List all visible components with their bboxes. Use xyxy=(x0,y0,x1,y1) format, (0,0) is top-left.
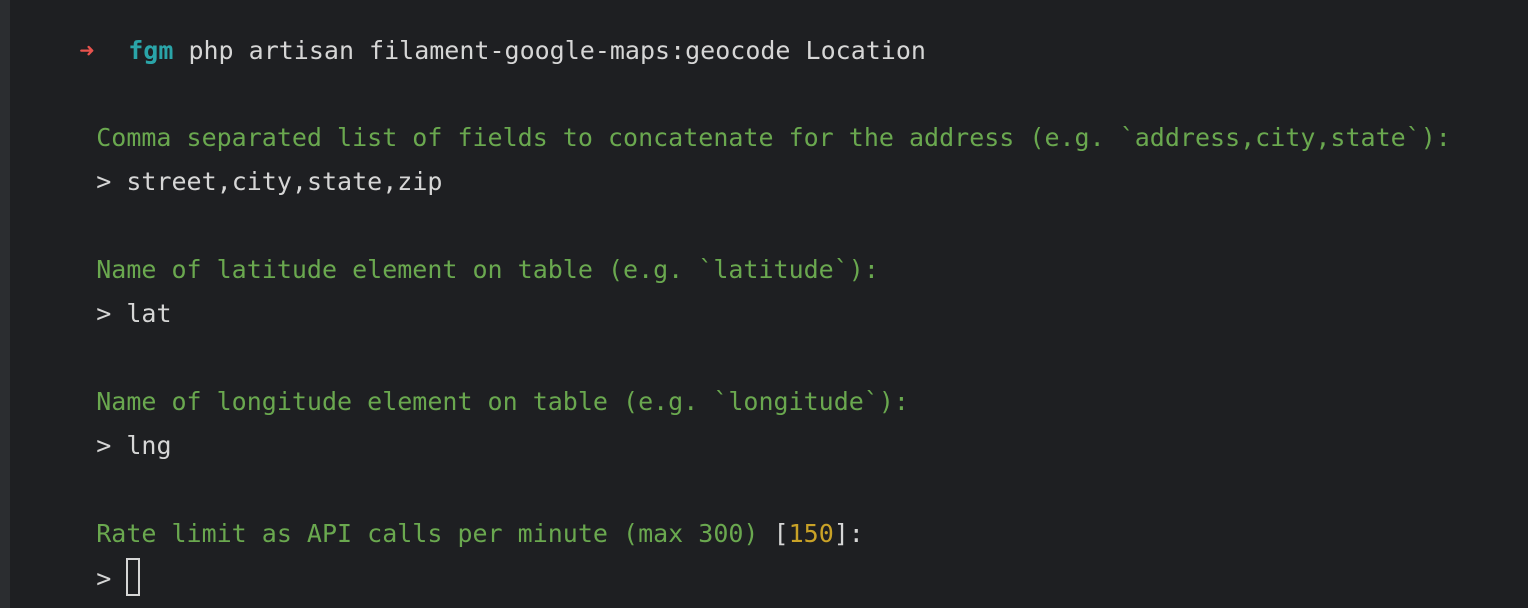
answer-longitude: > lng xyxy=(36,401,171,460)
default-close-bracket: ]: xyxy=(833,519,864,548)
terminal-window[interactable]: ➜ fgm php artisan filament-google-maps:ge… xyxy=(0,0,1528,608)
prompt-arrow-icon: ➜ xyxy=(79,36,95,65)
default-value: 150 xyxy=(788,519,834,548)
answer-text: lng xyxy=(126,431,172,460)
terminal-gutter xyxy=(0,0,10,608)
text-cursor xyxy=(126,558,141,596)
answer-prefix: > xyxy=(96,299,112,328)
shell-prompt-line: ➜ fgm php artisan filament-google-maps:ge… xyxy=(19,6,926,65)
prompt-command: php artisan filament-google-maps:geocode… xyxy=(188,36,926,65)
answer-text: street,city,state,zip xyxy=(126,167,443,196)
question-text: Name of longitude element on table (e.g.… xyxy=(96,387,909,416)
answer-latitude: > lat xyxy=(36,269,171,328)
answer-prefix: > xyxy=(96,564,112,593)
prompt-directory: fgm xyxy=(128,36,174,65)
answer-rate-limit[interactable]: > xyxy=(36,534,141,596)
question-address-fields: Comma separated list of fields to concat… xyxy=(36,93,1451,152)
question-longitude: Name of longitude element on table (e.g.… xyxy=(36,357,909,416)
question-text: Name of latitude element on table (e.g. … xyxy=(96,255,879,284)
default-open-bracket: [ xyxy=(773,519,789,548)
question-latitude: Name of latitude element on table (e.g. … xyxy=(36,225,879,284)
question-rate-limit: Rate limit as API calls per minute (max … xyxy=(36,489,864,548)
question-text: Rate limit as API calls per minute (max … xyxy=(96,519,774,548)
answer-address-fields: > street,city,state,zip xyxy=(36,137,442,196)
answer-prefix: > xyxy=(96,431,112,460)
answer-text: lat xyxy=(126,299,172,328)
answer-prefix: > xyxy=(96,167,112,196)
